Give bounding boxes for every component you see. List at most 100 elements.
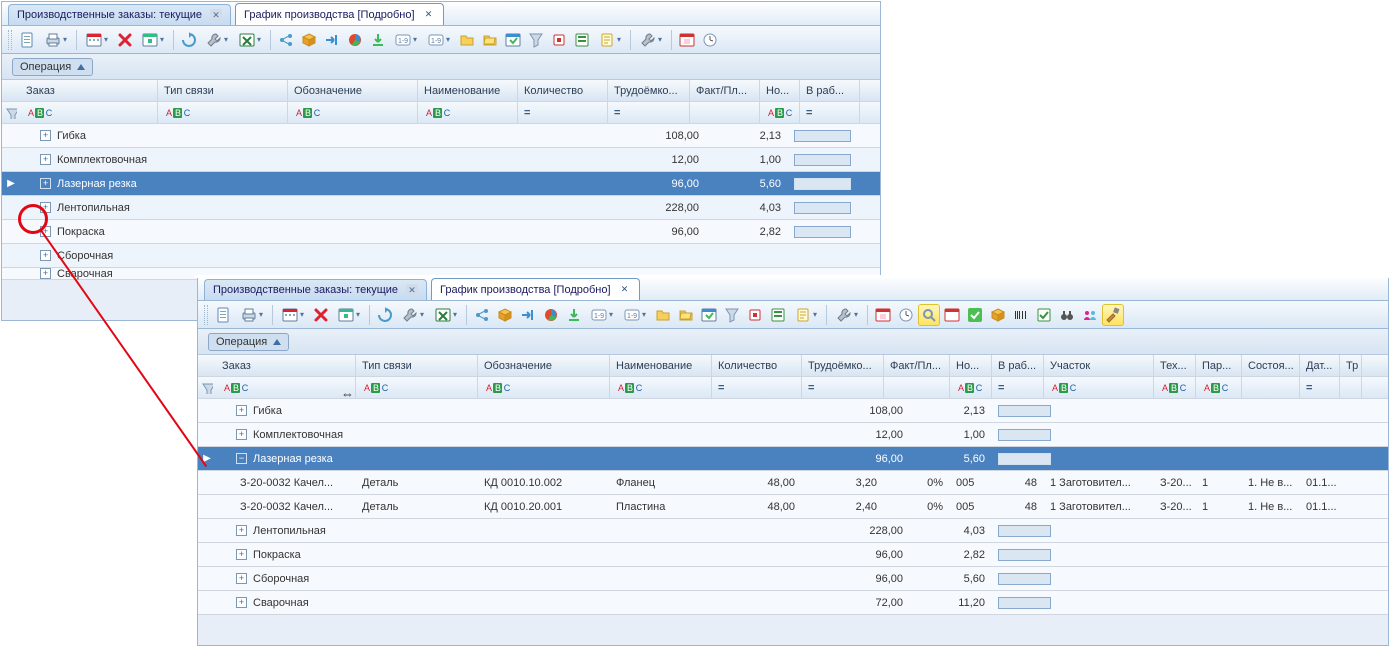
col-name[interactable]: Наименование bbox=[418, 80, 518, 101]
group-row[interactable]: +Комплектовочная12,001,00 bbox=[2, 148, 880, 172]
package-button[interactable] bbox=[494, 304, 516, 326]
close-icon[interactable]: ✕ bbox=[423, 9, 435, 21]
expand-icon[interactable]: + bbox=[40, 226, 51, 237]
expand-icon[interactable]: + bbox=[40, 202, 51, 213]
close-icon[interactable]: ✕ bbox=[619, 284, 631, 296]
group-row[interactable]: +Комплектовочная12,001,00 bbox=[198, 423, 1388, 447]
calendar-b-button[interactable] bbox=[137, 29, 169, 51]
find-button[interactable] bbox=[918, 304, 940, 326]
col-qty[interactable]: Количество bbox=[712, 355, 802, 376]
tab-schedule[interactable]: График производства [Подробно] ✕ bbox=[235, 3, 444, 25]
expand-icon[interactable]: − bbox=[236, 453, 247, 464]
folder-b-button[interactable] bbox=[675, 304, 697, 326]
col-inwork[interactable]: В раб... bbox=[800, 80, 860, 101]
filter-name[interactable]: ABC bbox=[418, 102, 518, 123]
col-linktype[interactable]: Тип связи bbox=[158, 80, 288, 101]
verify-button[interactable] bbox=[1033, 304, 1055, 326]
settings-b-button[interactable] bbox=[831, 304, 863, 326]
calendar-b-button[interactable] bbox=[333, 304, 365, 326]
barcode-button[interactable] bbox=[1010, 304, 1032, 326]
settings-b-button[interactable] bbox=[635, 29, 667, 51]
group-panel[interactable]: Операция bbox=[198, 329, 1388, 355]
calendar-ok-button[interactable] bbox=[502, 29, 524, 51]
folder-a-button[interactable] bbox=[652, 304, 674, 326]
note-button[interactable] bbox=[790, 304, 822, 326]
table-row[interactable]: З-20-0032 Качел...ДетальКД 0010.20.001Пл… bbox=[198, 495, 1388, 519]
col-designation[interactable]: Обозначение bbox=[478, 355, 610, 376]
group-row[interactable]: ▶−Лазерная резка96,005,60 bbox=[198, 447, 1388, 471]
confirm-button[interactable] bbox=[964, 304, 986, 326]
binoculars-button[interactable] bbox=[1056, 304, 1078, 326]
refresh-button[interactable] bbox=[178, 29, 200, 51]
col-qty[interactable]: Количество bbox=[518, 80, 608, 101]
group-row[interactable]: +Гибка108,002,13 bbox=[2, 124, 880, 148]
group-row[interactable]: +Лентопильная228,004,03 bbox=[198, 519, 1388, 543]
close-icon[interactable]: ✕ bbox=[210, 9, 222, 21]
chart-button[interactable] bbox=[344, 29, 366, 51]
clock-button[interactable] bbox=[699, 29, 721, 51]
tools-button[interactable] bbox=[1102, 304, 1124, 326]
filter-button[interactable] bbox=[525, 29, 547, 51]
col-tech[interactable]: Тех... bbox=[1154, 355, 1196, 376]
settings-button[interactable] bbox=[397, 304, 429, 326]
expand-icon[interactable]: + bbox=[40, 130, 51, 141]
delete-button[interactable] bbox=[310, 304, 332, 326]
close-icon[interactable]: ✕ bbox=[406, 284, 418, 296]
goto-button[interactable] bbox=[321, 29, 343, 51]
excel-button[interactable] bbox=[430, 304, 462, 326]
expand-icon[interactable]: + bbox=[236, 429, 247, 440]
col-state[interactable]: Состоя... bbox=[1242, 355, 1300, 376]
filter-order[interactable]: ABC bbox=[20, 102, 158, 123]
col-order[interactable]: Заказ bbox=[216, 355, 356, 376]
list-button[interactable] bbox=[571, 29, 593, 51]
group-panel[interactable]: Операция bbox=[2, 54, 880, 80]
group-row[interactable]: +Покраска96,002,82 bbox=[198, 543, 1388, 567]
group-row[interactable]: +Гибка108,002,13 bbox=[198, 399, 1388, 423]
expand-icon[interactable]: + bbox=[40, 178, 51, 189]
settings-button[interactable] bbox=[201, 29, 233, 51]
group-row[interactable]: +Покраска96,002,82 bbox=[2, 220, 880, 244]
col-order[interactable]: Заказ bbox=[20, 80, 158, 101]
new-doc-button[interactable] bbox=[17, 29, 39, 51]
group-pill-operation[interactable]: Операция bbox=[12, 58, 93, 76]
print-button[interactable] bbox=[40, 29, 72, 51]
package-b-button[interactable] bbox=[987, 304, 1009, 326]
list-button[interactable] bbox=[767, 304, 789, 326]
range-b-button[interactable] bbox=[423, 29, 455, 51]
package-button[interactable] bbox=[298, 29, 320, 51]
toolbar-handle[interactable] bbox=[204, 305, 208, 325]
calendar-ok-button[interactable] bbox=[698, 304, 720, 326]
filter-designation[interactable]: ABC bbox=[288, 102, 418, 123]
clock-button[interactable] bbox=[895, 304, 917, 326]
col-designation[interactable]: Обозначение bbox=[288, 80, 418, 101]
users-button[interactable] bbox=[1079, 304, 1101, 326]
excel-button[interactable] bbox=[234, 29, 266, 51]
delete-button[interactable] bbox=[114, 29, 136, 51]
new-doc-button[interactable] bbox=[213, 304, 235, 326]
calendar-c-button[interactable] bbox=[872, 304, 894, 326]
expand-icon[interactable]: + bbox=[236, 405, 247, 416]
refresh-button[interactable] bbox=[374, 304, 396, 326]
tab-orders[interactable]: Производственные заказы: текущие ✕ bbox=[8, 4, 231, 25]
expand-icon[interactable]: + bbox=[40, 268, 51, 279]
group-row[interactable]: +Сварочная72,0011,20 bbox=[198, 591, 1388, 615]
tab-orders[interactable]: Производственные заказы: текущие ✕ bbox=[204, 279, 427, 300]
folder-b-button[interactable] bbox=[479, 29, 501, 51]
filter-qty[interactable]: = bbox=[518, 102, 608, 123]
group-row[interactable]: +Сборочная96,005,60 bbox=[198, 567, 1388, 591]
table-row[interactable]: З-20-0032 Качел...ДетальКД 0010.10.002Фл… bbox=[198, 471, 1388, 495]
group-row[interactable]: +Лентопильная228,004,03 bbox=[2, 196, 880, 220]
download-button[interactable] bbox=[563, 304, 585, 326]
group-pill-operation[interactable]: Операция bbox=[208, 333, 289, 351]
col-labor[interactable]: Трудоёмко... bbox=[608, 80, 690, 101]
tab-schedule[interactable]: График производства [Подробно] ✕ bbox=[431, 278, 640, 300]
share-button[interactable] bbox=[275, 29, 297, 51]
col-tr[interactable]: Тр bbox=[1340, 355, 1362, 376]
col-name[interactable]: Наименование bbox=[610, 355, 712, 376]
group-row[interactable]: ▶+Лазерная резка96,005,60 bbox=[2, 172, 880, 196]
col-date[interactable]: Дат... bbox=[1300, 355, 1340, 376]
col-no[interactable]: Но... bbox=[950, 355, 992, 376]
download-button[interactable] bbox=[367, 29, 389, 51]
calendar-button[interactable] bbox=[277, 304, 309, 326]
calendar-button[interactable] bbox=[81, 29, 113, 51]
